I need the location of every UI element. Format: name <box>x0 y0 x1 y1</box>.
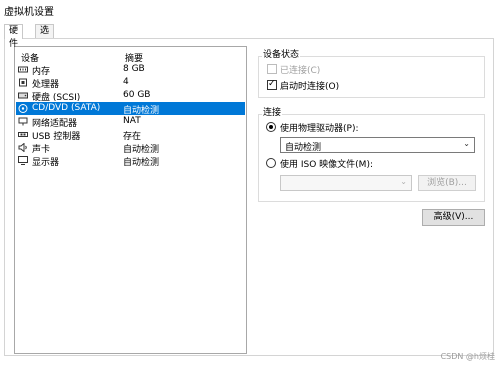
device-summary: 4 <box>123 77 129 87</box>
connect-at-power-on-label: 启动时连接(O) <box>280 82 340 92</box>
device-row-cd-dvd[interactable]: CD/DVD (SATA) 自动检测 <box>16 102 245 116</box>
device-status-title: 设备状态 <box>262 47 301 60</box>
browse-button[interactable]: 浏览(B)... <box>418 175 476 191</box>
cd-icon <box>18 104 28 113</box>
physical-drive-select[interactable]: 自动检测 ⌄ <box>280 137 475 153</box>
use-iso-label: 使用 ISO 映像文件(M): <box>280 160 373 170</box>
connection-title: 连接 <box>262 105 283 118</box>
physical-drive-value: 自动检测 <box>285 143 322 153</box>
window-title: 虚拟机设置 <box>4 7 54 18</box>
device-row-network[interactable]: 网络适配器 NAT <box>16 115 245 129</box>
tab-options[interactable]: 选项 <box>35 24 55 49</box>
device-row-sound[interactable]: 声卡 自动检测 <box>16 141 245 155</box>
device-list[interactable]: 设备 摘要 内存 8 GB 处理器 4 硬盘 (SCSI) 60 GB CD/D… <box>14 46 247 354</box>
device-row-processor[interactable]: 处理器 4 <box>16 76 245 90</box>
device-row-usb[interactable]: USB 控制器 存在 <box>16 128 245 142</box>
device-list-header: 设备 摘要 <box>18 51 246 64</box>
device-summary: 8 GB <box>123 64 145 74</box>
device-summary: NAT <box>123 116 141 126</box>
device-name: CD/DVD (SATA) <box>32 103 101 113</box>
connected-label: 已连接(C) <box>280 66 321 76</box>
connect-at-power-on-checkbox[interactable] <box>267 79 277 90</box>
monitor-icon <box>18 156 28 165</box>
hdd-icon <box>18 92 28 99</box>
usb-icon <box>18 132 28 137</box>
tab-hardware[interactable]: 硬件 <box>4 24 24 49</box>
chevron-down-icon: ⌄ <box>463 139 470 148</box>
network-icon <box>18 117 28 126</box>
device-row-hard-disk[interactable]: 硬盘 (SCSI) 60 GB <box>16 89 245 103</box>
device-name: 显示器 <box>32 158 60 168</box>
iso-file-select[interactable]: ⌄ <box>280 175 412 191</box>
speaker-icon <box>18 143 27 152</box>
use-iso-radio[interactable] <box>266 158 276 168</box>
chevron-down-icon: ⌄ <box>400 177 407 186</box>
device-row-memory[interactable]: 内存 8 GB <box>16 63 245 77</box>
device-summary: 60 GB <box>123 90 151 100</box>
device-summary: 自动检测 <box>123 158 160 168</box>
memory-icon <box>18 66 28 73</box>
watermark: CSDN @h烦桂 <box>440 352 495 361</box>
advanced-button[interactable]: 高级(V)... <box>422 209 485 226</box>
cpu-icon <box>19 78 27 87</box>
use-physical-drive-radio[interactable] <box>266 122 276 132</box>
title-bar: 虚拟机设置 <box>0 0 499 18</box>
connected-checkbox[interactable] <box>267 64 277 74</box>
device-row-display[interactable]: 显示器 自动检测 <box>16 154 245 168</box>
use-physical-drive-label: 使用物理驱动器(P): <box>280 124 359 134</box>
